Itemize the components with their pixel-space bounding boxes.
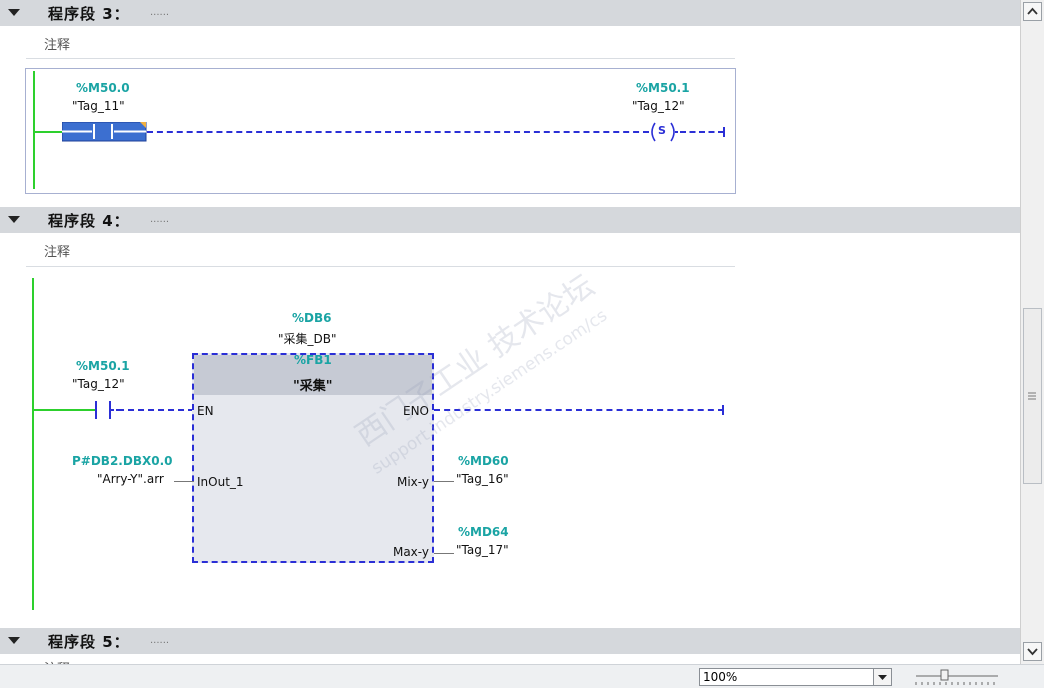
instance-db-name[interactable]: "采集_DB"	[278, 330, 337, 347]
comment-divider	[26, 58, 735, 59]
mixy-param-address[interactable]: %MD60	[458, 454, 509, 468]
pin-mix-y: Mix-y	[396, 475, 429, 489]
chevron-up-icon	[1027, 7, 1038, 15]
param-wire	[434, 481, 454, 482]
power-rail	[33, 71, 35, 189]
collapse-arrow-icon[interactable]	[8, 637, 20, 644]
power-flow-line	[34, 131, 64, 133]
scroll-up-button[interactable]	[1023, 2, 1042, 21]
param-wire	[434, 553, 454, 554]
power-rail	[32, 278, 34, 610]
wire-end	[723, 127, 725, 137]
network-comment[interactable]: 注释	[44, 34, 70, 53]
power-flow-line	[34, 409, 90, 411]
network-title: 程序段 3：	[48, 5, 130, 23]
network-comment-dots[interactable]: ......	[150, 214, 169, 225]
function-block-box[interactable]: %FB1 "采集" EN ENO InOut_1 Mix-y Max-y	[192, 353, 434, 563]
collapse-arrow-icon[interactable]	[8, 9, 20, 16]
zoom-select[interactable]: 100%	[699, 668, 877, 686]
maxy-param-tag[interactable]: "Tag_17"	[456, 543, 509, 557]
no-contact[interactable]	[88, 398, 118, 422]
network-header-4[interactable]: 程序段 4： ......	[0, 207, 1020, 233]
no-contact-selected[interactable]	[62, 122, 148, 142]
pin-max-y: Max-y	[392, 545, 429, 559]
network-comment-dots[interactable]: ......	[150, 7, 169, 18]
pin-inout1: InOut_1	[197, 475, 244, 489]
contact-tag: "Tag_11"	[72, 99, 125, 113]
inout1-param-tag[interactable]: "Arry-Y".arr	[97, 472, 164, 486]
mixy-param-tag[interactable]: "Tag_16"	[456, 472, 509, 486]
slider-thumb[interactable]	[940, 669, 949, 681]
coil-symbol: S	[658, 124, 666, 137]
contact-tag: "Tag_12"	[72, 377, 125, 391]
coil-tag: "Tag_12"	[632, 99, 685, 113]
fb-name: "采集"	[293, 379, 333, 394]
status-bar: 100%	[0, 664, 1044, 688]
scroll-down-button[interactable]	[1023, 642, 1042, 661]
dropdown-arrow-icon	[878, 675, 887, 680]
zoom-slider[interactable]	[912, 668, 1002, 686]
network-comment[interactable]: 注释	[44, 241, 70, 260]
grip-icon	[1028, 392, 1036, 400]
inout1-param-address[interactable]: P#DB2.DBX0.0	[72, 454, 172, 468]
comment-divider	[26, 266, 735, 267]
maxy-param-address[interactable]: %MD64	[458, 525, 509, 539]
chevron-down-icon	[1027, 648, 1038, 656]
network-header-5[interactable]: 程序段 5： ......	[0, 628, 1020, 654]
fb-address: %FB1	[294, 353, 332, 367]
param-wire	[174, 481, 194, 482]
contact-address: %M50.0	[76, 81, 130, 95]
wire-end	[722, 405, 724, 415]
network-title: 程序段 5：	[48, 633, 130, 651]
zoom-dropdown-button[interactable]	[873, 668, 892, 686]
pin-en: EN	[197, 404, 214, 418]
scroll-thumb[interactable]	[1023, 308, 1042, 484]
ladder-network-3[interactable]: %M50.0 "Tag_11" %M50.1 "Tag_12" S	[25, 68, 736, 194]
wire	[118, 409, 194, 411]
network-header-3[interactable]: 程序段 3： ......	[0, 0, 1020, 26]
contact-address: %M50.1	[76, 359, 130, 373]
wire	[434, 409, 724, 411]
pin-eno: ENO	[402, 404, 429, 418]
instance-db-address: %DB6	[292, 311, 332, 325]
ladder-network-4[interactable]: %M50.1 "Tag_12" %DB6 "采集_DB" %FB1 "采集" E…	[0, 270, 1020, 615]
wire	[680, 131, 724, 133]
wire	[147, 131, 649, 133]
network-title: 程序段 4：	[48, 212, 130, 230]
coil-address: %M50.1	[636, 81, 690, 95]
collapse-arrow-icon[interactable]	[8, 216, 20, 223]
network-comment-dots[interactable]: ......	[150, 635, 169, 646]
vertical-scrollbar[interactable]	[1020, 0, 1044, 664]
ladder-editor: 程序段 3： ...... 注释 %M50.0 "Tag_11" %M50.1 …	[0, 0, 1020, 664]
